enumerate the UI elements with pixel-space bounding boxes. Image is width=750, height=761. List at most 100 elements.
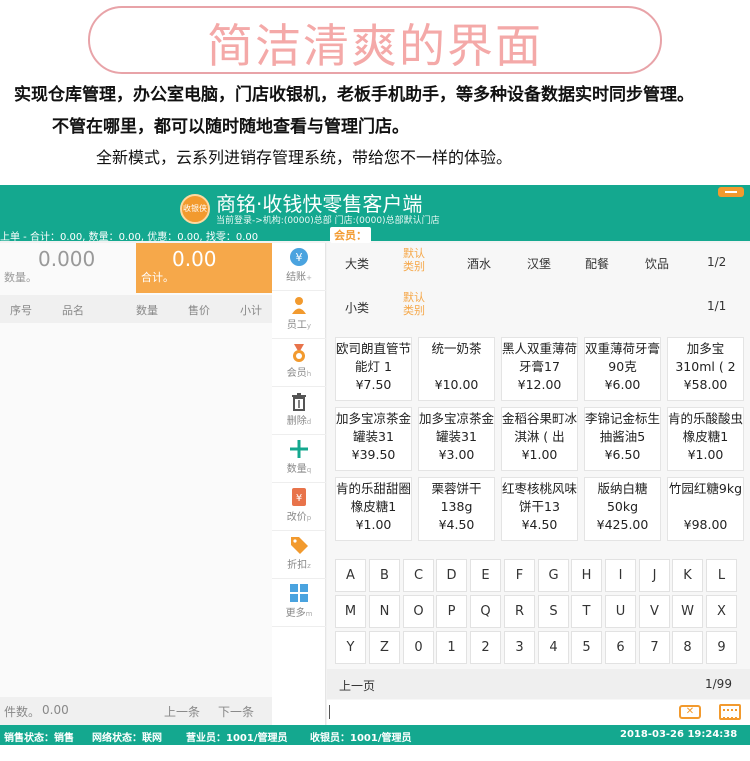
key-1[interactable]: 1	[436, 631, 467, 664]
product-tile[interactable]: 欧司朗直管节能灯 1 ¥7.50	[335, 337, 412, 401]
key-x[interactable]: X	[706, 595, 737, 628]
category-jiushui[interactable]: 酒水	[467, 255, 491, 272]
search-input[interactable]: ✕	[327, 700, 750, 725]
product-tile[interactable]: 加多宝310ml ( 2 ¥58.00	[667, 337, 744, 401]
checkout-button[interactable]: ¥ 结账+	[272, 243, 326, 291]
prev-page-button[interactable]: 上一页	[339, 677, 375, 694]
col-index: 序号	[10, 304, 32, 317]
key-b[interactable]: B	[369, 559, 400, 592]
member-label[interactable]: 会员：	[330, 227, 371, 243]
pos-window: 收银侠 商铭·收钱快零售客户端 当前登录->机构:(0000)总部 门店:(00…	[0, 185, 750, 761]
key-k[interactable]: K	[672, 559, 703, 592]
status-bar: 销售状态：销售 网络状态：联网 营业员：1001/管理员 收银员：1001/管理…	[0, 725, 750, 745]
more-label: 更多	[285, 608, 306, 619]
key-u[interactable]: U	[605, 595, 636, 628]
delete-label: 删除	[286, 416, 307, 427]
product-tile[interactable]: 红枣核桃风味饼干13 ¥4.50	[501, 477, 578, 541]
key-0[interactable]: 0	[403, 631, 434, 664]
datetime: 2018-03-26 19:24:38	[620, 729, 738, 740]
key-o[interactable]: O	[403, 595, 434, 628]
key-p[interactable]: P	[436, 595, 467, 628]
discount-tag-icon	[291, 537, 308, 554]
category-peican[interactable]: 配餐	[585, 255, 609, 272]
category-hanbao[interactable]: 汉堡	[527, 255, 551, 272]
order-table-header: 序号 品名 数量 售价 小计	[0, 295, 272, 323]
function-column: ¥ 结账+ 员工y 会员h 删除d 数量q ¥ 改价p 折扣z 更多m	[272, 243, 326, 725]
col-name: 品名	[62, 304, 84, 317]
quantity-button[interactable]: 数量q	[272, 435, 326, 483]
key-8[interactable]: 8	[672, 631, 703, 664]
item-count-label: 件数。	[4, 705, 41, 719]
product-tile[interactable]: 栗蓉饼干138g ¥4.50	[418, 477, 495, 541]
key-e[interactable]: E	[470, 559, 501, 592]
promo-line-2: 不管在哪里，都可以随时随地查看与管理门店。	[52, 117, 409, 137]
key-v[interactable]: V	[639, 595, 670, 628]
key-7[interactable]: 7	[639, 631, 670, 664]
major-category-row: 大类 默认类别 酒水 汉堡 配餐 饮品 1/2	[327, 243, 750, 279]
product-tile[interactable]: 李锦记金标生抽酱油5 ¥6.50	[584, 407, 661, 471]
key-6[interactable]: 6	[605, 631, 636, 664]
key-c[interactable]: C	[403, 559, 434, 592]
key-3[interactable]: 3	[504, 631, 535, 664]
product-tile[interactable]: 统一奶茶 ¥10.00	[418, 337, 495, 401]
col-price: 售价	[188, 304, 210, 317]
key-9[interactable]: 9	[706, 631, 737, 664]
amount-total-value: 0.00	[172, 247, 217, 271]
key-t[interactable]: T	[571, 595, 602, 628]
key-f[interactable]: F	[504, 559, 535, 592]
member-medal-icon	[293, 344, 305, 362]
product-tile[interactable]: 黑人双重薄荷牙膏17 ¥12.00	[501, 337, 578, 401]
key-g[interactable]: G	[538, 559, 569, 592]
member-button[interactable]: 会员h	[272, 339, 326, 387]
promo-title: 简洁清爽的界面	[207, 19, 543, 73]
minor-category-default[interactable]: 默认类别	[403, 291, 431, 317]
backspace-icon[interactable]: ✕	[679, 705, 701, 719]
key-z[interactable]: Z	[369, 631, 400, 664]
svg-text:¥: ¥	[296, 493, 302, 504]
key-h[interactable]: H	[571, 559, 602, 592]
discount-button[interactable]: 折扣z	[272, 531, 326, 579]
product-tile[interactable]: 加多宝凉茶金罐装31 ¥39.50	[335, 407, 412, 471]
minimize-button[interactable]	[718, 187, 744, 197]
col-qty: 数量	[136, 304, 158, 317]
sales-status: 销售状态：销售	[4, 733, 74, 744]
product-tile[interactable]: 双重薄荷牙膏90克 ¥6.00	[584, 337, 661, 401]
key-4[interactable]: 4	[538, 631, 569, 664]
more-button[interactable]: 更多m	[272, 579, 326, 627]
product-pager: 上一页 1/99	[327, 669, 750, 699]
product-tile[interactable]: 版纳白糖50kg ¥425.00	[584, 477, 661, 541]
key-l[interactable]: L	[706, 559, 737, 592]
checkout-label: 结账	[286, 272, 307, 283]
staff-button[interactable]: 员工y	[272, 291, 326, 339]
delete-button[interactable]: 删除d	[272, 387, 326, 435]
bottom-margin	[0, 745, 750, 761]
product-tile[interactable]: 金稻谷果町冰淇淋 ( 出 ¥1.00	[501, 407, 578, 471]
major-category-default[interactable]: 默认类别	[403, 247, 431, 273]
amount-total-label: 合计。	[141, 271, 174, 284]
staff-label: 员工	[286, 320, 307, 331]
category-yinpin[interactable]: 饮品	[645, 255, 669, 272]
key-i[interactable]: I	[605, 559, 636, 592]
product-tile[interactable]: 肯的乐甜甜圈橡皮糖1 ¥1.00	[335, 477, 412, 541]
keyboard-icon[interactable]	[719, 704, 741, 720]
key-m[interactable]: M	[335, 595, 366, 628]
next-item-button[interactable]: 下一条	[218, 703, 254, 720]
text-caret	[329, 705, 330, 719]
key-w[interactable]: W	[672, 595, 703, 628]
prev-item-button[interactable]: 上一条	[164, 703, 200, 720]
key-y[interactable]: Y	[335, 631, 366, 664]
key-s[interactable]: S	[538, 595, 569, 628]
key-q[interactable]: Q	[470, 595, 501, 628]
product-tile[interactable]: 加多宝凉茶金罐装31 ¥3.00	[418, 407, 495, 471]
key-n[interactable]: N	[369, 595, 400, 628]
key-a[interactable]: A	[335, 559, 366, 592]
key-2[interactable]: 2	[470, 631, 501, 664]
order-footer: 件数。 0.00 上一条 下一条	[0, 697, 272, 725]
key-r[interactable]: R	[504, 595, 535, 628]
key-d[interactable]: D	[436, 559, 467, 592]
key-j[interactable]: J	[639, 559, 670, 592]
change-price-button[interactable]: ¥ 改价p	[272, 483, 326, 531]
product-tile[interactable]: 竹园红糖9kg ¥98.00	[667, 477, 744, 541]
product-tile[interactable]: 肯的乐酸酸虫橡皮糖1 ¥1.00	[667, 407, 744, 471]
key-5[interactable]: 5	[571, 631, 602, 664]
